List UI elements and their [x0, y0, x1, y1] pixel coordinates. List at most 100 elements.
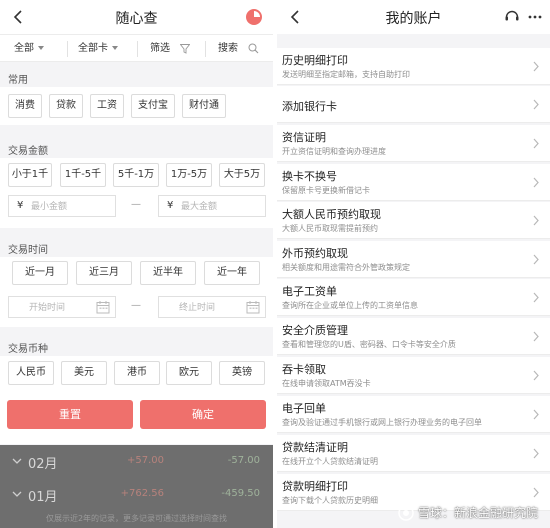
account-menu-item[interactable]: 添加银行卡: [277, 86, 550, 123]
chip-last-half-year[interactable]: 近半年: [140, 261, 196, 285]
chevron-right-icon: [533, 448, 539, 459]
min-amount-field[interactable]: ¥: [8, 195, 116, 217]
chip-loan[interactable]: 贷款: [49, 94, 83, 118]
search-label: 搜索: [218, 43, 238, 54]
account-menu-item[interactable]: 吞卡领取 在线申请领取ATM吞没卡: [277, 357, 550, 394]
calendar-icon: [246, 301, 260, 314]
account-menu-item[interactable]: 资信证明开立资信证明和查询办理进度: [277, 125, 550, 162]
reset-button[interactable]: 重置: [7, 400, 133, 429]
chip-last-year[interactable]: 近一年: [204, 261, 260, 285]
back-arrow-icon[interactable]: [287, 8, 305, 26]
menu-item-title: 历史明细打印: [282, 54, 348, 67]
chevron-right-icon: [533, 409, 539, 420]
account-menu-item[interactable]: 电子工资单 查询所在企业或单位上传的工资单信息: [277, 279, 550, 316]
top-bar: 随心查: [0, 0, 273, 34]
menu-item-title: 资信证明: [282, 131, 326, 144]
chevron-down-icon: [12, 491, 22, 497]
menu-item-subtitle: 大额人民币取现需提前预约: [282, 224, 378, 233]
max-amount-input[interactable]: [181, 198, 251, 215]
more-icon[interactable]: [528, 15, 542, 19]
page-title: 随心查: [115, 11, 158, 27]
chevron-right-icon: [533, 292, 539, 303]
all-dropdown-label: 全部: [14, 43, 34, 54]
divider: [67, 41, 68, 57]
chip-alipay[interactable]: 支付宝: [131, 94, 175, 118]
divider: [137, 41, 138, 57]
all-dropdown[interactable]: 全部: [14, 35, 44, 63]
month-row[interactable]: 02月 +57.00 -57.00: [0, 445, 273, 481]
menu-item-subtitle: 相关额度和用途需符合外管政策规定: [282, 263, 410, 272]
account-menu-item[interactable]: 电子回单 查询及验证通过手机银行或网上银行办理业务的电子回单: [277, 396, 550, 433]
month-expense: -57.00: [227, 455, 260, 466]
menu-item-subtitle: 发送明细至指定邮箱，支持自助打印: [282, 70, 410, 79]
chip-amount-lt-1k[interactable]: 小于1千: [8, 163, 52, 187]
chip-tenpay[interactable]: 财付通: [182, 94, 226, 118]
chevron-right-icon: [533, 370, 539, 381]
search-button[interactable]: 搜索: [218, 35, 259, 63]
funnel-icon: [180, 44, 190, 54]
max-amount-field[interactable]: ¥: [158, 195, 266, 217]
watermark: 雪球：新浪金融研究院: [398, 504, 538, 521]
account-menu-item[interactable]: 大额人民币预约取现 大额人民币取现需提前预约: [277, 202, 550, 239]
pie-chart-icon[interactable]: [245, 8, 263, 26]
end-date-field[interactable]: [158, 296, 266, 318]
filter-bar: 全部 全部卡 筛选 搜索: [0, 34, 273, 62]
currency-chip-row: 人民币 美元 港币 欧元 英镑 重置 确定: [0, 356, 273, 444]
history-notice: 仅展示近2年的记录，更多记录可通过选择时间查找: [45, 514, 228, 523]
chip-eur[interactable]: 欧元: [166, 361, 212, 385]
month-expense: -459.50: [221, 488, 260, 499]
chip-last-month[interactable]: 近一月: [12, 261, 68, 285]
chip-consumption[interactable]: 消费: [8, 94, 42, 118]
yuan-symbol: ¥: [17, 200, 24, 211]
month-row[interactable]: 01月 +762.56 -459.50: [0, 478, 273, 514]
currency-section-label: 交易币种: [8, 344, 48, 355]
chip-salary[interactable]: 工资: [90, 94, 124, 118]
menu-item-subtitle: 开立资信证明和查询办理进度: [282, 147, 386, 156]
chip-hkd[interactable]: 港币: [114, 361, 160, 385]
account-menu-item[interactable]: 历史明细打印发送明细至指定邮箱，支持自助打印: [277, 48, 550, 85]
chip-usd[interactable]: 美元: [61, 361, 107, 385]
back-arrow-icon[interactable]: [10, 8, 28, 26]
dimmed-transaction-list: 02月 +57.00 -57.00 01月 +762.56 -459.50 仅展…: [0, 445, 273, 528]
confirm-button[interactable]: 确定: [140, 400, 266, 429]
end-date-input[interactable]: [179, 299, 249, 316]
card-dropdown-label: 全部卡: [78, 43, 108, 54]
menu-item-subtitle: 查看和管理您的U盾、密码器、口令卡等安全介质: [282, 340, 456, 349]
chip-amount-1k-5k[interactable]: 1千-5千: [60, 163, 106, 187]
menu-item-subtitle: 查询所在企业或单位上传的工资单信息: [282, 301, 418, 310]
chevron-right-icon: [533, 254, 539, 265]
menu-item-title: 换卡不换号: [282, 170, 337, 183]
chip-last-3-months[interactable]: 近三月: [76, 261, 132, 285]
start-date-field[interactable]: [8, 296, 116, 318]
watermark-text: 雪球：新浪金融研究院: [417, 506, 538, 520]
chip-amount-gt-50k[interactable]: 大于5万: [219, 163, 265, 187]
chip-gbp[interactable]: 英镑: [219, 361, 265, 385]
amount-separator: —: [131, 199, 141, 210]
headset-icon[interactable]: [504, 8, 520, 24]
account-menu-item[interactable]: 安全介质管理查看和管理您的U盾、密码器、口令卡等安全介质: [277, 318, 550, 355]
calendar-icon: [96, 301, 110, 314]
chip-amount-5k-10k[interactable]: 5千-1万: [113, 163, 159, 187]
caret-down-icon: [38, 46, 44, 50]
menu-item-title: 外币预约取现: [282, 247, 348, 260]
account-menu-item[interactable]: 贷款结清证明 在线开立个人贷款结清证明: [277, 435, 550, 472]
month-income: +57.00: [126, 455, 164, 466]
card-dropdown[interactable]: 全部卡: [78, 35, 118, 63]
min-amount-input[interactable]: [31, 198, 101, 215]
filter-label: 筛选: [150, 43, 170, 54]
menu-item-title: 安全介质管理: [282, 324, 348, 337]
month-name: 01月: [28, 490, 58, 505]
account-menu-item[interactable]: 换卡不换号 保留原卡号更换新借记卡: [277, 164, 550, 201]
menu-item-subtitle: 在线开立个人贷款结清证明: [282, 457, 378, 466]
account-menu-item[interactable]: 外币预约取现相关额度和用途需符合外管政策规定: [277, 241, 550, 278]
menu-item-title: 吞卡领取: [282, 363, 326, 376]
chevron-right-icon: [533, 331, 539, 342]
chip-rmb[interactable]: 人民币: [8, 361, 54, 385]
filter-button[interactable]: 筛选: [150, 35, 190, 63]
chip-amount-10k-50k[interactable]: 1万-5万: [166, 163, 212, 187]
common-chip-row: 消费 贷款 工资 支付宝 财付通: [0, 87, 273, 125]
time-chip-row: 近一月 近三月 近半年 近一年 —: [0, 257, 273, 327]
month-income: +762.56: [120, 488, 164, 499]
menu-item-subtitle: 查询下载个人贷款历史明细: [282, 496, 378, 505]
start-date-input[interactable]: [29, 299, 99, 316]
